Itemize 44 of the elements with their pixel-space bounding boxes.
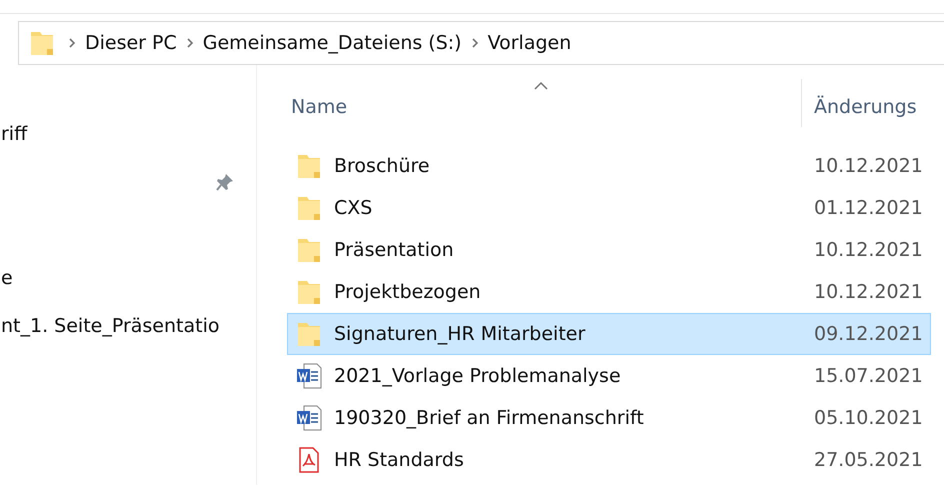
folder-icon (296, 320, 322, 348)
modified-date: 10.12.2021 (814, 280, 923, 305)
file-row[interactable]: CXS 01.12.2021 (287, 187, 931, 229)
file-name: Signaturen_HR Mitarbeiter (334, 322, 586, 347)
file-row[interactable]: 2021_Vorlage Problemanalyse 15.07.2021 (287, 355, 931, 397)
nav-item[interactable]: e (1, 264, 13, 292)
file-row[interactable]: HR Standards 27.05.2021 (287, 439, 931, 481)
file-name: Präsentation (334, 238, 455, 263)
sort-caret-icon (533, 81, 549, 91)
modified-date: 09.12.2021 (814, 322, 923, 347)
file-name: 190320_Brief an Firmenanschrift (334, 406, 645, 431)
file-name: HR Standards (334, 448, 465, 473)
file-row[interactable]: Broschüre 10.12.2021 (287, 145, 931, 187)
chevron-icon[interactable] (470, 37, 480, 49)
modified-date: 01.12.2021 (814, 196, 923, 221)
modified-date: 10.12.2021 (814, 154, 923, 179)
modified-date: 27.05.2021 (814, 448, 923, 473)
column-header[interactable]: Änderungs (801, 79, 917, 127)
folder-icon (296, 278, 322, 306)
folder-icon (296, 236, 322, 264)
file-name: 2021_Vorlage Problemanalyse (334, 364, 622, 389)
pin-icon[interactable] (214, 171, 236, 193)
file-name: Projektbezogen (334, 280, 482, 305)
nav-item[interactable]: riff (1, 120, 28, 148)
word-document-icon (296, 362, 322, 390)
file-name: Broschüre (334, 154, 431, 179)
chevron-icon[interactable] (67, 37, 77, 49)
file-row[interactable]: 190320_Brief an Firmenanschrift 05.10.2021 (287, 397, 931, 439)
breadcrumb-item[interactable]: Dieser PC (77, 28, 185, 58)
modified-date: 05.10.2021 (814, 406, 923, 431)
folder-icon (296, 152, 322, 180)
modified-date: 15.07.2021 (814, 364, 923, 389)
breadcrumb-item[interactable]: Vorlagen (480, 28, 580, 58)
breadcrumb-item[interactable]: Gemeinsame_Dateiens (S:) (194, 28, 470, 58)
word-document-icon (296, 404, 322, 432)
chevron-icon[interactable] (184, 37, 195, 49)
file-row[interactable]: Präsentation 10.12.2021 (287, 229, 931, 271)
column-header[interactable]: Name (287, 65, 801, 145)
nav-item[interactable]: nt_1. Seite_Präsentatio (1, 312, 220, 340)
folder-icon (296, 194, 322, 222)
file-row[interactable]: Signaturen_HR Mitarbeiter 09.12.2021 (287, 313, 931, 355)
file-row[interactable]: Projektbezogen 10.12.2021 (287, 271, 931, 313)
modified-date: 10.12.2021 (814, 238, 923, 263)
file-name: CXS (334, 196, 374, 221)
